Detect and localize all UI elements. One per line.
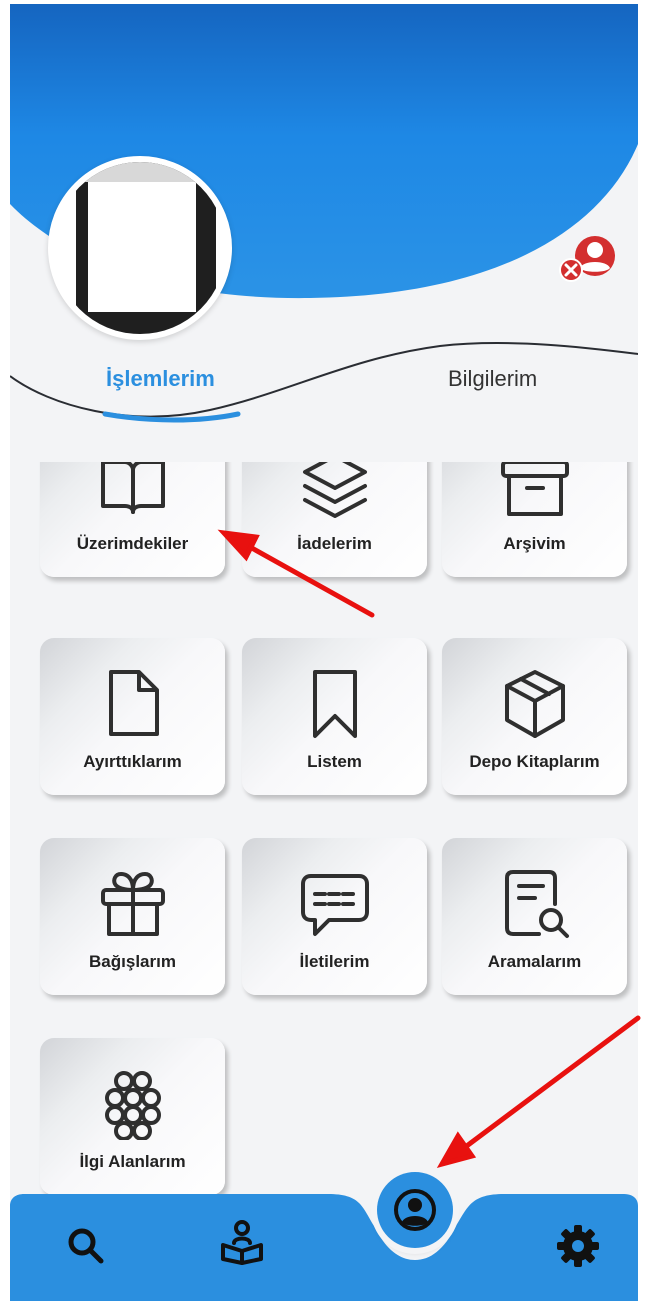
tab-bilgilerim[interactable]: Bilgilerim [448, 366, 537, 392]
profile-nav-button[interactable] [377, 1172, 453, 1248]
user-circle-icon [394, 1189, 436, 1231]
package-icon [505, 670, 565, 738]
menu-item-label: İadelerim [297, 534, 372, 553]
layers-icon [303, 462, 367, 518]
reader-icon[interactable] [220, 1219, 264, 1265]
menu-item-arsivim[interactable]: Arşivim [442, 462, 627, 577]
menu-item-label: İletilerim [299, 952, 370, 971]
gift-icon [101, 872, 165, 936]
menu-item-uzerimdekiler[interactable]: Üzerimdekiler [40, 462, 225, 577]
menu-item-bagislarim[interactable]: Bağışlarım [40, 838, 225, 995]
menu-item-iadelerim[interactable]: İadelerim [242, 462, 427, 577]
message-icon [301, 874, 369, 936]
avatar-redacted [88, 182, 196, 312]
archive-box-icon [501, 462, 569, 516]
menu-item-depo-kitaplarim[interactable]: Depo Kitaplarım [442, 638, 627, 795]
menu-grid: Üzerimdekiler İadelerim Arşivim Ayırttık… [10, 462, 638, 1202]
bookmark-icon [313, 670, 357, 738]
menu-item-ayirttiklarim[interactable]: Ayırttıklarım [40, 638, 225, 795]
remove-account-button[interactable] [555, 232, 623, 288]
menu-item-label: Depo Kitaplarım [469, 752, 600, 771]
menu-item-iletilerim[interactable]: İletilerim [242, 838, 427, 995]
user-remove-icon [559, 236, 615, 282]
profile-avatar[interactable] [48, 156, 232, 340]
menu-item-label: Ayırttıklarım [83, 752, 182, 771]
menu-item-label: İlgi Alanlarım [79, 1152, 186, 1171]
menu-item-label: Üzerimdekiler [76, 534, 189, 553]
menu-item-label: Arşivim [503, 534, 566, 553]
menu-item-ilgi-alanlarim[interactable]: İlgi Alanlarım [40, 1038, 225, 1195]
menu-item-label: Listem [307, 752, 362, 771]
app-screen: İşlemlerim Bilgilerim Üzerimdekiler İade… [10, 4, 638, 1301]
gear-icon[interactable] [556, 1224, 600, 1268]
menu-item-label: Bağışlarım [89, 952, 176, 971]
search-icon[interactable] [66, 1226, 106, 1266]
tabs-divider-curve [10, 342, 638, 423]
tab-islemlerim[interactable]: İşlemlerim [106, 366, 215, 392]
menu-item-listem[interactable]: Listem [242, 638, 427, 795]
menu-item-label: Aramalarım [487, 952, 582, 971]
circles-cluster-icon [105, 1071, 161, 1140]
document-icon [109, 670, 159, 736]
book-open-icon [101, 462, 165, 514]
document-search-icon [505, 870, 569, 938]
menu-item-aramalarim[interactable]: Aramalarım [442, 838, 627, 995]
